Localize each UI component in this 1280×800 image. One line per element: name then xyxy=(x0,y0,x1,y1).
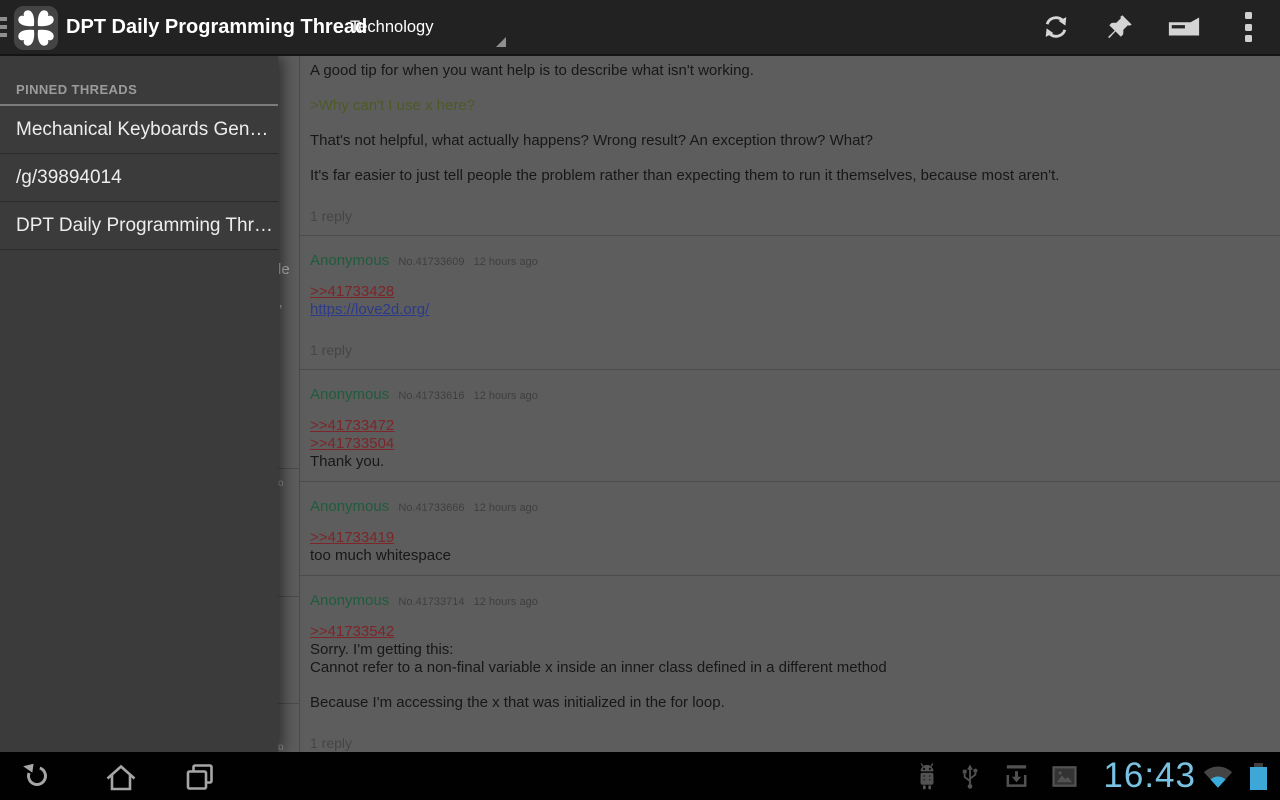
post-text: Because I'm accessing the x that was ini… xyxy=(310,694,1264,712)
overflow-menu-button[interactable] xyxy=(1216,0,1280,54)
clipped-text-fragment: o xyxy=(278,740,284,752)
pinned-thread-item[interactable]: Mechanical Keyboards Gen… xyxy=(0,106,278,154)
post-time: 12 hours ago xyxy=(474,390,538,402)
usb-icon xyxy=(961,762,979,791)
post-text: too much whitespace xyxy=(310,547,1264,565)
status-cluster[interactable]: 16:43 xyxy=(915,752,1280,800)
home-icon xyxy=(103,759,139,795)
quote-link[interactable]: >>41733542 xyxy=(310,623,394,640)
divider xyxy=(278,703,299,704)
recents-icon xyxy=(182,759,218,795)
quote-link[interactable]: >>41733428 xyxy=(310,283,394,300)
underlying-pane-edge: le ’ o o xyxy=(278,56,299,752)
post-text: Cannot refer to a non-final variable x i… xyxy=(310,659,1264,677)
post[interactable]: Anonymous No.41733616 12 hours ago >>417… xyxy=(300,370,1280,482)
reply-button[interactable] xyxy=(1152,0,1216,54)
quote-link[interactable]: >>41733419 xyxy=(310,529,394,546)
clipped-text-fragment: le xyxy=(278,262,290,277)
reply-count[interactable]: 1 reply xyxy=(310,207,1264,225)
wifi-icon xyxy=(1202,763,1234,790)
post-text: Thank you. xyxy=(310,453,1264,471)
quote-link[interactable]: >>41733472 xyxy=(310,417,394,434)
android-screen: DPT Daily Programming Thread Technology xyxy=(0,0,1280,800)
post-text: Sorry. I'm getting this: xyxy=(310,641,1264,659)
system-navigation-bar: 16:43 xyxy=(0,752,1280,800)
post[interactable]: Anonymous No.41733714 12 hours ago >>417… xyxy=(300,576,1280,752)
post-number: No.41733666 xyxy=(398,502,464,514)
poster-name: Anonymous xyxy=(310,252,389,269)
android-debug-icon xyxy=(915,762,939,790)
board-spinner[interactable]: Technology xyxy=(346,0,512,54)
post-header: Anonymous No.41733714 12 hours ago xyxy=(310,592,1264,611)
reply-count[interactable]: 1 reply xyxy=(310,734,1264,752)
post-header: Anonymous No.41733616 12 hours ago xyxy=(310,386,1264,405)
thread-content-area: le ’ o o A good tip for when you want he… xyxy=(0,56,1280,752)
post-greentext: >Why can't I use x here? xyxy=(310,97,1264,115)
home-button[interactable] xyxy=(103,759,139,795)
pinned-thread-item[interactable]: /g/39894014 xyxy=(0,154,278,202)
pinned-thread-item[interactable]: DPT Daily Programming Thr… xyxy=(0,202,278,250)
post-number: No.41733714 xyxy=(398,596,464,608)
quote-link[interactable]: >>41733504 xyxy=(310,435,394,452)
pin-thread-button[interactable] xyxy=(1088,0,1152,54)
app-bar: DPT Daily Programming Thread Technology xyxy=(0,0,1280,56)
post-text: A good tip for when you want help is to … xyxy=(310,62,1264,80)
download-tray-icon xyxy=(1003,763,1030,789)
reply-count[interactable]: 1 reply xyxy=(310,341,1264,359)
refresh-button[interactable] xyxy=(1024,0,1088,54)
spinner-caret-icon xyxy=(496,37,506,47)
reply-icon xyxy=(1167,15,1201,39)
battery-icon xyxy=(1250,763,1267,790)
clover-app-icon[interactable] xyxy=(13,5,59,51)
clover-logo-icon xyxy=(13,5,59,51)
post[interactable]: Anonymous No.41733609 12 hours ago >>417… xyxy=(300,236,1280,370)
post-header: Anonymous No.41733609 12 hours ago xyxy=(310,252,1264,271)
overflow-menu-icon xyxy=(1245,8,1252,47)
board-spinner-label: Technology xyxy=(346,0,512,54)
post-time: 12 hours ago xyxy=(474,256,538,268)
post-header: Anonymous No.41733666 12 hours ago xyxy=(310,498,1264,517)
screenshot-image-icon xyxy=(1052,766,1077,787)
back-button[interactable] xyxy=(22,759,58,795)
post-time: 12 hours ago xyxy=(474,596,538,608)
post-number: No.41733609 xyxy=(398,256,464,268)
post-number: No.41733616 xyxy=(398,390,464,402)
divider xyxy=(278,596,299,597)
refresh-icon xyxy=(1041,12,1071,42)
post[interactable]: Anonymous No.41733666 12 hours ago >>417… xyxy=(300,482,1280,576)
post-text: It's far easier to just tell people the … xyxy=(310,167,1264,185)
post[interactable]: A good tip for when you want help is to … xyxy=(300,56,1280,236)
app-bar-actions xyxy=(1024,0,1280,56)
divider xyxy=(278,468,299,469)
clipped-text-fragment: ’ xyxy=(279,303,282,318)
poster-name: Anonymous xyxy=(310,386,389,403)
thread-post-list[interactable]: A good tip for when you want help is to … xyxy=(299,56,1280,752)
system-clock: 16:43 xyxy=(1103,752,1196,800)
poster-name: Anonymous xyxy=(310,498,389,515)
poster-name: Anonymous xyxy=(310,592,389,609)
thread-title: DPT Daily Programming Thread xyxy=(66,0,367,54)
drawer-handle-icon[interactable] xyxy=(0,17,7,41)
drawer-header: PINNED THREADS xyxy=(0,56,278,106)
pinned-threads-drawer: PINNED THREADS Mechanical Keyboards Gen…… xyxy=(0,56,278,752)
clipped-text-fragment: o xyxy=(278,476,284,491)
external-link[interactable]: https://love2d.org/ xyxy=(310,301,429,318)
pin-icon xyxy=(1105,12,1135,42)
post-time: 12 hours ago xyxy=(474,502,538,514)
post-text: That's not helpful, what actually happen… xyxy=(310,132,1264,150)
recents-button[interactable] xyxy=(182,759,218,795)
